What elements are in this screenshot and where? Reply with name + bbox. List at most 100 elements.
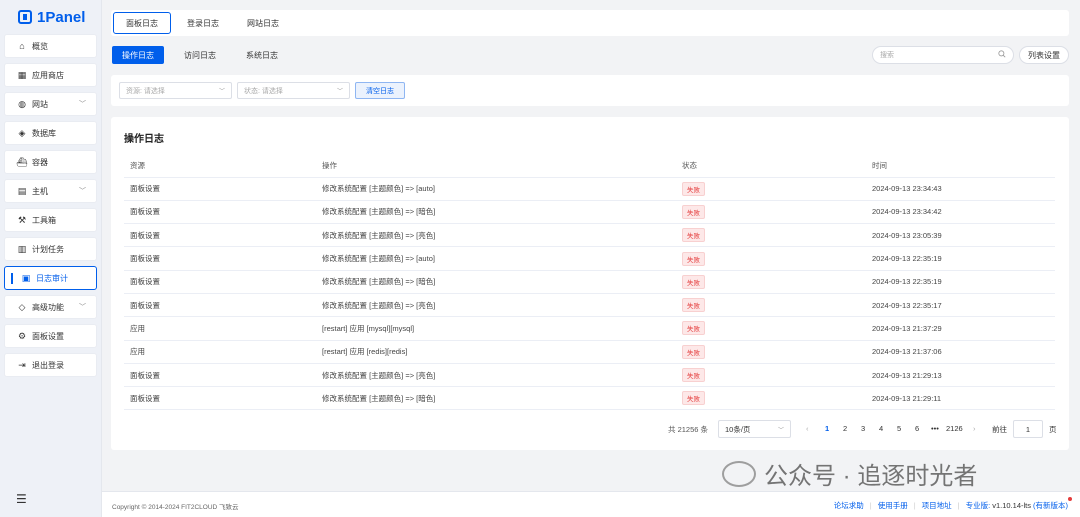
cell-operation: 修改系统配置 [主题颜色] => [auto]: [316, 177, 676, 201]
status-badge: 失败: [682, 204, 705, 219]
table-row: 面板设置 修改系统配置 [主题颜色] => [亮色] 失败 2024-09-13 21…: [124, 363, 1055, 388]
page-number[interactable]: 4: [879, 424, 883, 433]
status-select[interactable]: 状态: 请选择 ﹀: [237, 82, 350, 99]
sidebar-item-8[interactable]: ▣ 日志审计: [4, 266, 97, 290]
update-dot-icon: [1068, 497, 1072, 501]
cell-resource: 面板设置: [124, 246, 316, 271]
hamburger-menu-icon[interactable]: ☰: [16, 492, 27, 506]
divider: |: [957, 501, 960, 510]
sidebar-item-label: 主机: [32, 186, 48, 196]
subtab-system-log[interactable]: 系统日志: [236, 46, 288, 64]
prev-page-button[interactable]: ‹: [806, 424, 809, 433]
status-badge: 失败: [682, 344, 705, 359]
sidebar-item-2[interactable]: ◍ 网站 ﹀: [4, 92, 97, 116]
status-badge: 失败: [682, 298, 705, 313]
cell-operation: 修改系统配置 [主题颜色] => [亮色]: [316, 223, 676, 248]
cell-status: 失败: [676, 223, 866, 248]
cell-time: 2024-09-13 22:35:19: [866, 246, 1055, 271]
tab-login-log[interactable]: 登录日志: [175, 12, 231, 34]
table-row: 面板设置 修改系统配置 [主题颜色] => [auto] 失败 2024-09-13 …: [124, 246, 1055, 271]
table-row: 面板设置 修改系统配置 [主题颜色] => [auto] 失败 2024-09-13 …: [124, 177, 1055, 201]
header-status: 状态: [676, 154, 866, 178]
page-number[interactable]: 3: [861, 424, 865, 433]
chevron-down-icon: ﹀: [79, 188, 86, 195]
globe-icon: ◍: [18, 98, 26, 109]
page-number[interactable]: 5: [897, 424, 901, 433]
cell-time: 2024-09-13 22:35:17: [866, 293, 1055, 318]
cell-status: 失败: [676, 386, 866, 411]
new-version-link[interactable]: (有新版本): [1033, 497, 1072, 511]
cell-status: 失败: [676, 246, 866, 271]
page-suffix: 页: [1049, 425, 1057, 434]
cell-time: 2024-09-13 21:29:13: [866, 363, 1055, 388]
sidebar-item-9[interactable]: ◇ 高级功能 ﹀: [4, 295, 97, 319]
sub-tabs: 操作日志 访问日志 系统日志: [112, 46, 298, 64]
resource-select[interactable]: 资源: 请选择 ﹀: [119, 82, 232, 99]
sidebar-item-7[interactable]: ▥ 计划任务: [4, 237, 97, 261]
gear-icon: ⚙: [17, 330, 27, 341]
cell-status: 失败: [676, 363, 866, 388]
clear-log-button[interactable]: 清空日志: [355, 82, 405, 99]
sidebar-item-3[interactable]: ◈ 数据库: [4, 121, 97, 145]
manual-link[interactable]: 使用手册: [878, 500, 908, 511]
status-badge: 失败: [682, 181, 705, 196]
more-pages-icon[interactable]: •••: [931, 424, 939, 433]
tab-website-log[interactable]: 网站日志: [235, 12, 291, 34]
project-link[interactable]: 项目地址: [922, 500, 952, 511]
column-settings-button[interactable]: 列表设置: [1019, 46, 1069, 64]
cell-operation: [restart] 应用 [mysql][mysql]: [316, 316, 676, 341]
table-row: 面板设置 修改系统配置 [主题颜色] => [暗色] 失败 2024-09-13 23…: [124, 200, 1055, 225]
search-input[interactable]: 搜索: [872, 46, 1014, 64]
page-number[interactable]: 1: [825, 424, 829, 433]
active-indicator: [11, 273, 13, 284]
sidebar-item-0[interactable]: ⌂ 概览: [4, 34, 97, 58]
sidebar-item-4[interactable]: ⛴ 容器: [4, 150, 97, 174]
status-badge: 失败: [682, 391, 705, 406]
page-number[interactable]: 2126: [946, 424, 963, 433]
container-icon: ⛴: [16, 156, 28, 167]
edition-label: 专业版:: [965, 501, 991, 510]
logo[interactable]: 1Panel: [0, 0, 101, 34]
cell-time: 2024-09-13 21:29:11: [866, 386, 1055, 411]
status-badge: 失败: [682, 251, 705, 266]
grid-icon: ▦: [17, 69, 27, 80]
resource-select-placeholder: 资源: 请选择: [126, 87, 165, 95]
sidebar-item-label: 应用商店: [32, 70, 64, 80]
sidebar-item-10[interactable]: ⚙ 面板设置: [4, 324, 97, 348]
operation-log-card: 操作日志 资源 操作 状态 时间 面板设置 修改系统配置 [主题颜色] => [a…: [111, 117, 1069, 450]
sidebar-item-1[interactable]: ▦ 应用商店: [4, 63, 97, 87]
subtab-operation-log[interactable]: 操作日志: [112, 46, 164, 64]
cell-time: 2024-09-13 23:34:43: [866, 177, 1055, 201]
table-row: 面板设置 修改系统配置 [主题颜色] => [暗色] 失败 2024-09-13 21…: [124, 386, 1055, 411]
page-size-select[interactable]: 10条/页 ﹀: [718, 420, 791, 438]
cell-resource: 面板设置: [124, 223, 316, 248]
watermark-text: 公众号 · 追逐时光者: [764, 463, 978, 490]
search-icon: [998, 50, 1006, 60]
cell-operation: 修改系统配置 [主题颜色] => [auto]: [316, 246, 676, 271]
next-page-button[interactable]: ›: [973, 424, 976, 433]
database-icon: ◈: [18, 127, 26, 138]
forum-link[interactable]: 论坛求助: [834, 500, 864, 511]
chevron-down-icon: ﹀: [777, 427, 784, 434]
goto-page-input[interactable]: 1: [1013, 420, 1043, 438]
footer: Copyright © 2014-2024 FIT2CLOUD 飞致云 论坛求助…: [102, 491, 1080, 517]
page-size-value: 10条/页: [725, 424, 751, 434]
page-number[interactable]: 2: [843, 424, 847, 433]
sidebar-item-11[interactable]: ⇥ 退出登录: [4, 353, 97, 377]
tab-panel-log[interactable]: 面板日志: [113, 12, 171, 34]
footer-links: 论坛求助 | 使用手册 | 项目地址 | 专业版: v1.10.14-lts (…: [834, 497, 1072, 511]
sidebar-item-5[interactable]: ▤ 主机 ﹀: [4, 179, 97, 203]
cell-resource: 应用: [124, 340, 316, 364]
header-time: 时间: [866, 154, 1055, 178]
cell-time: 2024-09-13 23:34:42: [866, 200, 1055, 225]
top-tabs: 面板日志 登录日志 网站日志: [111, 10, 1069, 36]
page-number[interactable]: 6: [915, 424, 919, 433]
sidebar-item-6[interactable]: ⚒ 工具箱: [4, 208, 97, 232]
cell-resource: 面板设置: [124, 200, 316, 225]
wechat-icon: [722, 460, 756, 487]
chevron-down-icon: ﹀: [218, 89, 225, 95]
subtab-access-log[interactable]: 访问日志: [174, 46, 226, 64]
sidebar-item-label: 网站: [32, 99, 48, 109]
sidebar-item-label: 面板设置: [32, 331, 64, 341]
chevron-down-icon: ﹀: [79, 101, 86, 108]
